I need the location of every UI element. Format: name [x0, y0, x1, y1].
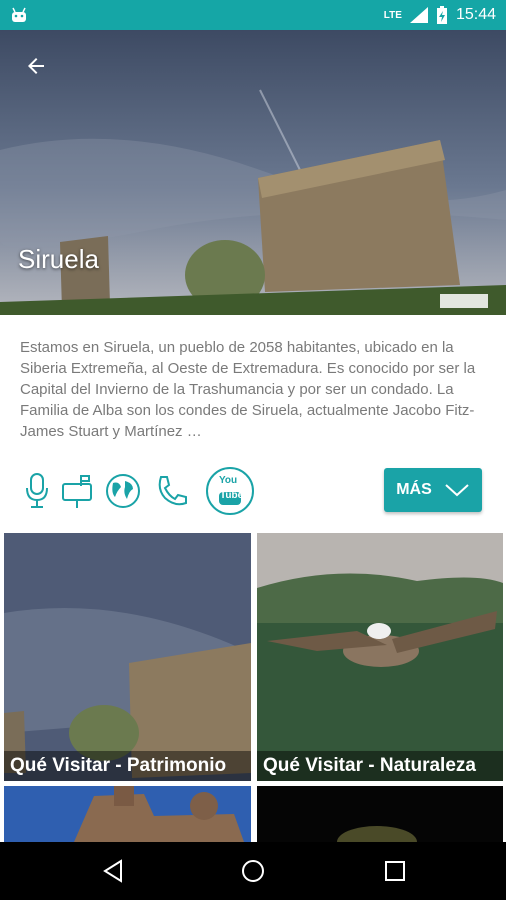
microphone-button[interactable] [22, 466, 52, 516]
youtube-label-top: You [219, 475, 238, 486]
signal-icon [409, 7, 428, 23]
microphone-icon [26, 473, 48, 508]
tile-night[interactable] [257, 786, 503, 842]
tile-naturaleza[interactable]: Qué Visitar - Naturaleza [257, 533, 503, 781]
clock: 15:44 [455, 6, 496, 23]
status-bar: LTE 15:44 [0, 0, 506, 30]
nav-home-button[interactable] [238, 856, 268, 886]
phone-button[interactable] [154, 466, 190, 516]
mailbox-icon [62, 475, 92, 508]
category-grid: Qué Visitar - Patrimonio Qué Visitar - N… [0, 530, 506, 842]
chevron-down-icon [445, 484, 469, 497]
nav-back-button[interactable] [98, 856, 128, 886]
mailbox-button[interactable] [60, 466, 94, 516]
nav-recents-button[interactable] [380, 856, 410, 886]
youtube-label-bottom: Tube [220, 490, 244, 501]
more-button[interactable]: MÁS [384, 468, 482, 512]
tile-caption: Qué Visitar - Patrimonio [4, 751, 251, 781]
globe-icon [106, 474, 140, 508]
arrow-back-icon [28, 58, 44, 74]
youtube-button[interactable]: You Tube [204, 466, 256, 516]
nav-recents-icon [385, 861, 405, 881]
navigation-bar [0, 842, 506, 900]
nav-home-icon [242, 860, 264, 882]
website-button[interactable] [104, 466, 142, 516]
tile-patrimonio[interactable]: Qué Visitar - Patrimonio [4, 533, 251, 781]
tile-caption: Qué Visitar - Naturaleza [257, 751, 503, 781]
nav-back-icon [103, 859, 122, 883]
phone-icon [158, 476, 187, 506]
description-text: Estamos en Siruela, un pueblo de 2058 ha… [20, 339, 476, 440]
network-type: LTE [383, 9, 402, 21]
android-icon [12, 7, 26, 22]
more-button-label: MÁS [396, 481, 432, 498]
battery-icon [436, 6, 447, 24]
back-button[interactable] [18, 48, 54, 84]
hero-image: Siruela [0, 30, 506, 315]
tile-monument[interactable] [4, 786, 251, 842]
page-title: Siruela [18, 244, 99, 274]
